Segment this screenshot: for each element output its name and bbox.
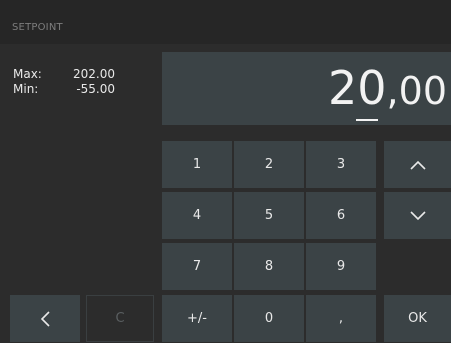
key-5[interactable]: 5 <box>234 192 304 239</box>
key-9[interactable]: 9 <box>306 243 376 290</box>
increment-button[interactable] <box>384 141 451 188</box>
value-display[interactable]: 20,00 <box>162 52 451 125</box>
value-integer: 20 <box>328 61 387 115</box>
limits-panel: Max: 202.00 Min: -55.00 <box>13 67 115 97</box>
chevron-left-icon <box>40 310 50 327</box>
value-decimal: 00 <box>398 69 447 113</box>
key-1[interactable]: 1 <box>162 141 232 188</box>
value-text: 20,00 <box>328 61 447 115</box>
min-value: -55.00 <box>76 82 115 96</box>
ok-button[interactable]: OK <box>384 295 451 342</box>
max-value: 202.00 <box>73 67 115 81</box>
plus-minus-button[interactable]: +/- <box>162 295 232 342</box>
key-2[interactable]: 2 <box>234 141 304 188</box>
page-title: SETPOINT <box>12 22 63 33</box>
min-row: Min: -55.00 <box>13 82 115 97</box>
input-cursor <box>356 119 378 121</box>
key-7[interactable]: 7 <box>162 243 232 290</box>
comma-button[interactable]: , <box>306 295 376 342</box>
decrement-button[interactable] <box>384 192 451 239</box>
clear-button[interactable]: C <box>86 295 154 342</box>
max-label: Max: <box>13 67 42 81</box>
key-3[interactable]: 3 <box>306 141 376 188</box>
min-label: Min: <box>13 82 39 96</box>
max-row: Max: 202.00 <box>13 67 115 82</box>
key-6[interactable]: 6 <box>306 192 376 239</box>
chevron-down-icon <box>409 210 426 220</box>
value-separator: , <box>386 69 399 113</box>
chevron-up-icon <box>409 160 426 170</box>
key-4[interactable]: 4 <box>162 192 232 239</box>
key-0[interactable]: 0 <box>234 295 304 342</box>
key-8[interactable]: 8 <box>234 243 304 290</box>
header-bar: SETPOINT <box>0 0 451 44</box>
back-button[interactable] <box>10 295 80 342</box>
